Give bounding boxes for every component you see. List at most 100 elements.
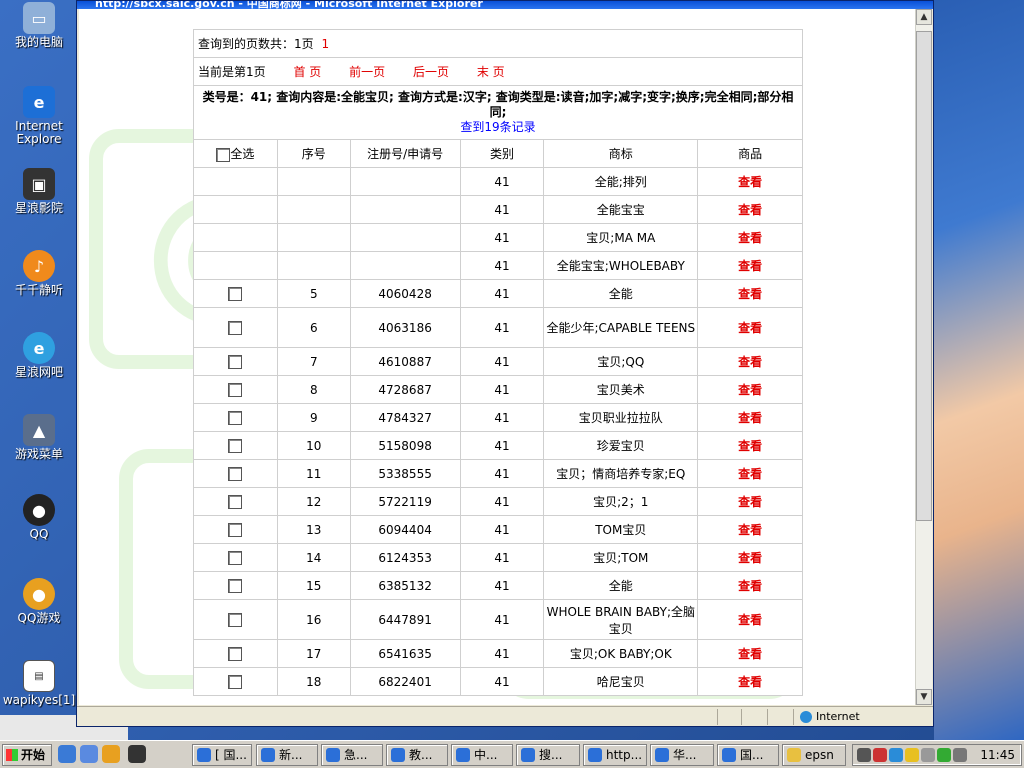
view-goods-link[interactable]: 查看: [738, 259, 762, 273]
taskbar-task[interactable]: [ 国...: [192, 744, 252, 766]
view-goods-link[interactable]: 查看: [738, 467, 762, 481]
goods-cell: 查看: [697, 223, 803, 252]
scroll-up-button[interactable]: ▲: [916, 9, 932, 25]
view-goods-link[interactable]: 查看: [738, 203, 762, 217]
row-checkbox[interactable]: [228, 466, 243, 481]
view-goods-link[interactable]: 查看: [738, 321, 762, 335]
view-goods-link[interactable]: 查看: [738, 355, 762, 369]
scroll-thumb[interactable]: [916, 31, 932, 521]
view-goods-link[interactable]: 查看: [738, 613, 762, 627]
task-label: [ 国...: [215, 748, 247, 762]
globe-icon: [800, 711, 812, 723]
select-all-checkbox[interactable]: [216, 147, 231, 162]
table-row: 5 4060428 41 全能 查看: [193, 279, 803, 308]
row-checkbox[interactable]: [228, 286, 243, 301]
taskbar-task[interactable]: 教...: [386, 744, 448, 766]
mark-cell: 宝贝;2；1: [543, 487, 699, 516]
table-row: 41 宝贝;MA MA 查看: [193, 223, 803, 252]
mark-cell: 珍爱宝贝: [543, 431, 699, 460]
next-page-link[interactable]: 后一页: [413, 63, 449, 80]
row-select-cell: [193, 571, 278, 600]
desktop-icon-wapikyes[interactable]: ▤ wapikyes[1]: [0, 660, 78, 707]
desktop-icon-cinema[interactable]: ▣ 星浪影院: [0, 168, 78, 215]
music-icon: ♪: [23, 250, 55, 282]
view-goods-link[interactable]: 查看: [738, 675, 762, 689]
taskbar-task[interactable]: 华...: [650, 744, 714, 766]
regno-cell: 6541635: [349, 639, 461, 668]
page-link-1[interactable]: 1: [321, 37, 329, 51]
desktop-icon-netbar[interactable]: e 星浪网吧: [0, 332, 78, 379]
star-icon[interactable]: [905, 748, 919, 762]
wallpaper: [934, 0, 1024, 740]
row-checkbox[interactable]: [228, 354, 243, 369]
taskbar-task[interactable]: 中...: [451, 744, 513, 766]
row-select-cell: [193, 599, 278, 640]
desktop-icon-ie[interactable]: e Internet Explore: [0, 86, 78, 146]
network-icon[interactable]: [857, 748, 871, 762]
row-checkbox[interactable]: [228, 612, 243, 627]
penguin-icon: ●: [23, 494, 55, 526]
ie-quicklaunch-icon[interactable]: [80, 745, 98, 763]
row-checkbox[interactable]: [228, 522, 243, 537]
record-count-link[interactable]: 查到19条记录: [197, 120, 799, 135]
class-cell: 41: [459, 543, 545, 572]
view-goods-link[interactable]: 查看: [738, 231, 762, 245]
desktop-icon-games-menu[interactable]: ▲ 游戏菜单: [0, 414, 78, 461]
antivirus-icon[interactable]: [937, 748, 951, 762]
film-icon: ▣: [23, 168, 55, 200]
view-goods-link[interactable]: 查看: [738, 523, 762, 537]
row-checkbox[interactable]: [228, 550, 243, 565]
first-page-link[interactable]: 首 页: [293, 63, 321, 80]
status-cell: [741, 709, 765, 725]
app-tray-icon[interactable]: [921, 748, 935, 762]
row-checkbox[interactable]: [228, 320, 243, 335]
view-goods-link[interactable]: 查看: [738, 495, 762, 509]
start-button[interactable]: 开始: [2, 744, 52, 766]
row-checkbox[interactable]: [228, 410, 243, 425]
taskbar-task[interactable]: 急...: [321, 744, 383, 766]
row-checkbox[interactable]: [228, 438, 243, 453]
view-goods-link[interactable]: 查看: [738, 411, 762, 425]
row-select-cell: [193, 347, 278, 376]
taskbar-task[interactable]: 搜...: [516, 744, 580, 766]
taskbar-task[interactable]: http...: [583, 744, 647, 766]
regno-cell: 6094404: [349, 515, 461, 544]
view-goods-link[interactable]: 查看: [738, 551, 762, 565]
view-goods-link[interactable]: 查看: [738, 287, 762, 301]
ie-quicklaunch-icon[interactable]: [58, 745, 76, 763]
ie-icon: [391, 748, 405, 762]
regno-cell: [349, 167, 461, 196]
row-checkbox[interactable]: [228, 674, 243, 689]
taskbar-task[interactable]: 新...: [256, 744, 318, 766]
app-tray-icon[interactable]: [873, 748, 887, 762]
taskbar-task[interactable]: epsn: [782, 744, 846, 766]
row-checkbox[interactable]: [228, 578, 243, 593]
view-goods-link[interactable]: 查看: [738, 439, 762, 453]
last-page-link[interactable]: 末 页: [477, 63, 505, 80]
row-checkbox[interactable]: [228, 494, 243, 509]
app-quicklaunch-icon[interactable]: [128, 745, 146, 763]
regno-cell: [349, 223, 461, 252]
qq-quicklaunch-icon[interactable]: [102, 745, 120, 763]
table-row: 6 4063186 41 全能少年;CAPABLE TEENS 查看: [193, 307, 803, 348]
desktop-icon-my-computer[interactable]: ▭ 我的电脑: [0, 2, 78, 49]
row-checkbox[interactable]: [228, 382, 243, 397]
vertical-scrollbar[interactable]: ▲ ▼: [915, 9, 932, 705]
desktop-icon-qq[interactable]: ● QQ: [0, 494, 78, 541]
volume-icon[interactable]: [953, 748, 967, 762]
view-goods-link[interactable]: 查看: [738, 647, 762, 661]
google-icon[interactable]: [889, 748, 903, 762]
row-checkbox[interactable]: [228, 646, 243, 661]
view-goods-link[interactable]: 查看: [738, 383, 762, 397]
view-goods-link[interactable]: 查看: [738, 175, 762, 189]
class-cell: 41: [459, 667, 545, 696]
view-goods-link[interactable]: 查看: [738, 579, 762, 593]
title-bar[interactable]: http://sbcx.saic.gov.cn - 中国商标网 - Micros…: [77, 1, 933, 9]
prev-page-link[interactable]: 前一页: [349, 63, 385, 80]
row-select-cell: [193, 403, 278, 432]
desktop-icon-qq-games[interactable]: ● QQ游戏: [0, 578, 78, 625]
class-cell: 41: [459, 375, 545, 404]
scroll-down-button[interactable]: ▼: [916, 689, 932, 705]
taskbar-task[interactable]: 国...: [717, 744, 779, 766]
desktop-icon-ttplayer[interactable]: ♪ 千千静听: [0, 250, 78, 297]
